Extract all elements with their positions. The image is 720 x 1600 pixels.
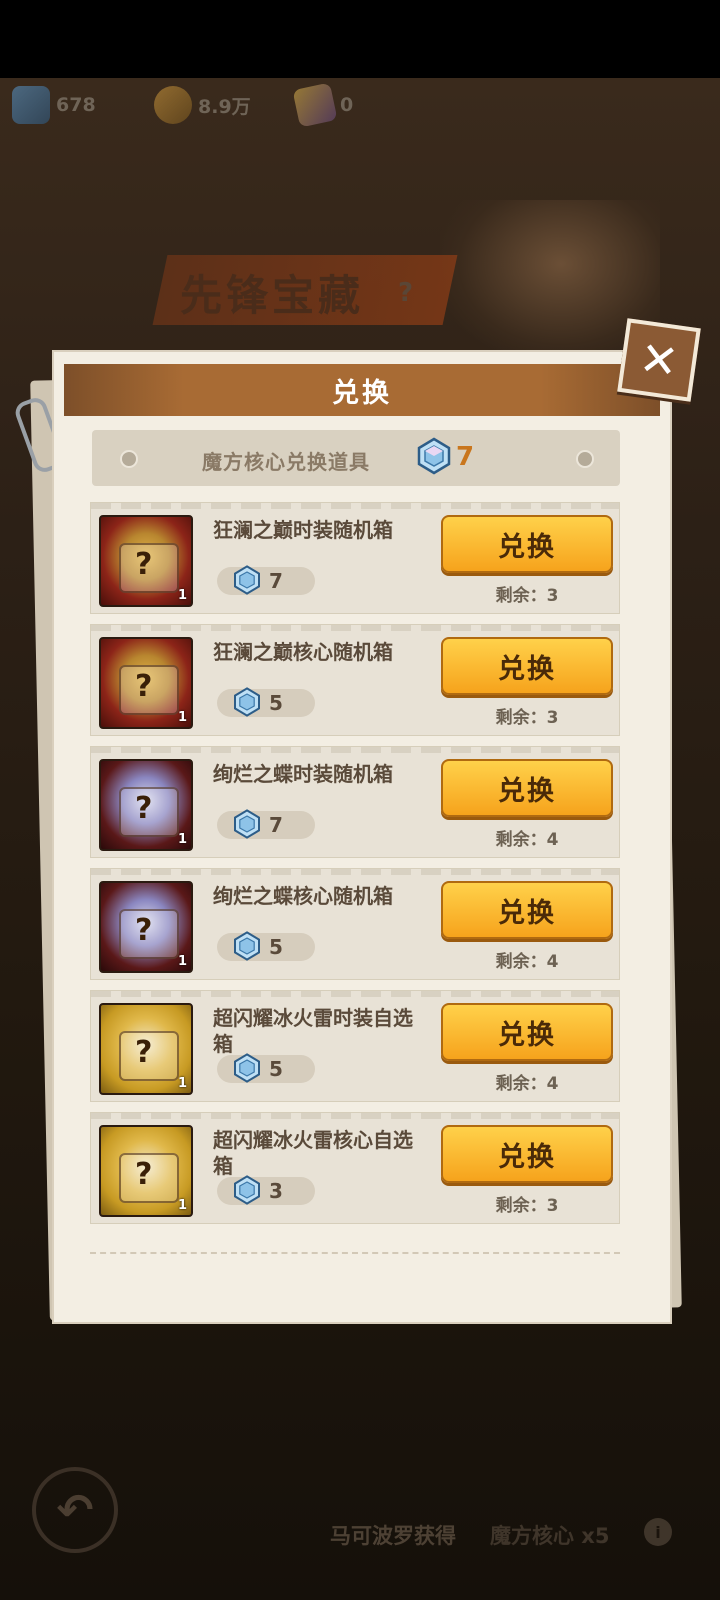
- item-quantity: 1: [177, 832, 187, 847]
- remaining-count: 剩余：4: [495, 952, 559, 972]
- item-cost-value: 3: [269, 1179, 283, 1203]
- item-cost: 5: [217, 931, 315, 961]
- gem-icon: [12, 86, 50, 124]
- item-cost: 7: [217, 565, 315, 595]
- item-cost: 5: [217, 1053, 315, 1083]
- mystery-icon: ?: [135, 791, 153, 826]
- mystery-icon: ?: [135, 547, 153, 582]
- banner-title: 先锋宝藏: [180, 271, 365, 320]
- cube-core-icon: [234, 931, 260, 961]
- back-button[interactable]: ↶: [32, 1467, 118, 1553]
- cube-core-icon: [234, 1175, 260, 1205]
- item-cost: 5: [217, 687, 315, 717]
- redeem-button-label: 兑换: [498, 531, 556, 563]
- redeem-button[interactable]: 兑换: [441, 515, 613, 573]
- exchange-item: ? 1 狂澜之巅时装随机箱 7 兑换 剩余：3: [90, 502, 620, 614]
- exchange-list: ? 1 狂澜之巅时装随机箱 7 兑换 剩余：3 ? 1 狂澜之巅核心随机箱 5 …: [90, 502, 622, 1234]
- currency-label: 魔方核心兑换道具: [202, 450, 370, 474]
- cube-core-icon: [234, 687, 260, 717]
- currency-count: 7: [456, 442, 475, 472]
- item-cost: 3: [217, 1175, 315, 1205]
- item-cost-value: 5: [269, 1057, 283, 1081]
- item-name: 狂澜之巅核心随机箱: [213, 640, 393, 664]
- close-button[interactable]: ✕: [617, 318, 701, 402]
- resource-gem-value: 678: [56, 94, 96, 116]
- item-cost-value: 5: [269, 935, 283, 959]
- item-cost-value: 7: [269, 569, 283, 593]
- decor-dot: [120, 450, 138, 468]
- item-thumbnail[interactable]: ? 1: [99, 637, 193, 729]
- resource-bar: 678 8.9万 0: [0, 82, 720, 128]
- mystery-icon: ?: [135, 913, 153, 948]
- bottom-notice-text: 马可波罗获得: [330, 1524, 456, 1548]
- item-cost-value: 5: [269, 691, 283, 715]
- item-cost: 7: [217, 809, 315, 839]
- item-name: 绚烂之蝶核心随机箱: [213, 884, 393, 908]
- decor-dot: [576, 450, 594, 468]
- remaining-count: 剩余：3: [495, 708, 559, 728]
- item-thumbnail[interactable]: ? 1: [99, 1003, 193, 1095]
- redeem-button[interactable]: 兑换: [441, 759, 613, 817]
- item-thumbnail[interactable]: ? 1: [99, 515, 193, 607]
- item-thumbnail[interactable]: ? 1: [99, 881, 193, 973]
- mystery-icon: ?: [135, 1157, 153, 1192]
- mystery-icon: ?: [135, 1035, 153, 1070]
- resource-coin-value: 8.9万: [198, 95, 251, 118]
- mystery-icon: ?: [135, 669, 153, 704]
- list-divider: [90, 1252, 620, 1254]
- resource-gem[interactable]: 678: [12, 86, 96, 124]
- item-quantity: 1: [177, 588, 187, 603]
- resource-coin[interactable]: 8.9万: [154, 86, 251, 124]
- remaining-count: 剩余：4: [495, 1074, 559, 1094]
- modal-header: 兑换: [64, 364, 660, 416]
- bottom-notice-item: 魔方核心 x5: [490, 1524, 610, 1548]
- redeem-button-label: 兑换: [498, 897, 556, 929]
- redeem-button-label: 兑换: [498, 775, 556, 807]
- cube-core-icon: [234, 809, 260, 839]
- coin-icon: [154, 86, 192, 124]
- item-quantity: 1: [177, 710, 187, 725]
- exchange-item: ? 1 狂澜之巅核心随机箱 5 兑换 剩余：3: [90, 624, 620, 736]
- currency-info-bar: 魔方核心兑换道具 7: [92, 430, 620, 486]
- banner-help-icon[interactable]: ?: [398, 278, 413, 308]
- modal-title: 兑换: [332, 377, 392, 409]
- remaining-count: 剩余：3: [495, 586, 559, 606]
- item-thumbnail[interactable]: ? 1: [99, 759, 193, 851]
- info-icon[interactable]: i: [644, 1518, 672, 1546]
- redeem-button[interactable]: 兑换: [441, 1003, 613, 1061]
- item-quantity: 1: [177, 1076, 187, 1091]
- item-quantity: 1: [177, 954, 187, 969]
- redeem-button[interactable]: 兑换: [441, 881, 613, 939]
- exchange-modal: 兑换 魔方核心兑换道具 7 ? 1 狂澜之巅时装随机箱 7 兑换 剩余：3 ? …: [52, 350, 672, 1324]
- exchange-item: ? 1 绚烂之蝶核心随机箱 5 兑换 剩余：4: [90, 868, 620, 980]
- item-name: 绚烂之蝶时装随机箱: [213, 762, 393, 786]
- exchange-item: ? 1 绚烂之蝶时装随机箱 7 兑换 剩余：4: [90, 746, 620, 858]
- redeem-button-label: 兑换: [498, 1019, 556, 1051]
- status-bar: [0, 0, 720, 78]
- remaining-count: 剩余：4: [495, 830, 559, 850]
- card-icon: [292, 82, 338, 128]
- remaining-count: 剩余：3: [495, 1196, 559, 1216]
- redeem-button[interactable]: 兑换: [441, 1125, 613, 1183]
- redeem-button-label: 兑换: [498, 653, 556, 685]
- exchange-item: ? 1 超闪耀冰火雷时装自选箱 5 兑换 剩余：4: [90, 990, 620, 1102]
- redeem-button-label: 兑换: [498, 1141, 556, 1173]
- resource-card-value: 0: [340, 94, 354, 116]
- item-name: 狂澜之巅时装随机箱: [213, 518, 393, 542]
- close-icon: ✕: [636, 330, 682, 390]
- exchange-item: ? 1 超闪耀冰火雷核心自选箱 3 兑换 剩余：3: [90, 1112, 620, 1224]
- item-cost-value: 7: [269, 813, 283, 837]
- item-name: 超闪耀冰火雷核心自选箱: [213, 1128, 413, 1178]
- item-quantity: 1: [177, 1198, 187, 1213]
- item-thumbnail[interactable]: ? 1: [99, 1125, 193, 1217]
- resource-card[interactable]: 0: [292, 82, 354, 128]
- cube-core-icon: [417, 437, 451, 475]
- cube-core-icon: [234, 565, 260, 595]
- undo-icon: ↶: [56, 1484, 94, 1536]
- cube-core-icon: [234, 1053, 260, 1083]
- redeem-button[interactable]: 兑换: [441, 637, 613, 695]
- item-name: 超闪耀冰火雷时装自选箱: [213, 1006, 413, 1056]
